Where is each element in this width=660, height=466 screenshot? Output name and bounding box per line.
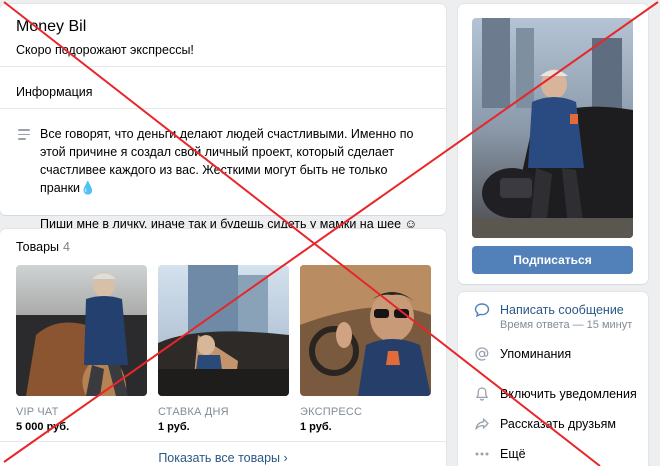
goods-title[interactable]: Товары 4 (16, 240, 70, 254)
enable-notifications-label: Включить уведомления (500, 387, 637, 401)
product-photo[interactable] (16, 265, 147, 396)
product-item[interactable]: ЭКСПРЕСС 1 руб. (300, 265, 431, 433)
divider (0, 66, 446, 67)
mentions-label: Упоминания (500, 347, 572, 361)
product-name[interactable]: СТАВКА ДНЯ (158, 406, 289, 418)
goods-title-label: Товары (16, 240, 59, 254)
divider (0, 441, 446, 442)
about-paragraph: Все говорят, что деньги делают людей сча… (40, 127, 414, 195)
product-price: 5 000 руб. (16, 421, 70, 433)
show-all-goods-link[interactable]: Показать все товары › (0, 451, 446, 465)
product-name[interactable]: VIP ЧАТ (16, 406, 147, 418)
subscribe-button[interactable]: Подписаться (472, 246, 633, 274)
response-time: Время ответа — 15 минут (500, 319, 633, 331)
profile-status: Скоро подорожают экспрессы! (16, 43, 194, 57)
goods-count: 4 (63, 240, 70, 254)
product-photo[interactable] (300, 265, 431, 396)
product-price: 1 руб. (300, 421, 332, 433)
product-item[interactable]: VIP ЧАТ 5 000 руб. (16, 265, 147, 433)
at-icon (475, 347, 489, 361)
send-message-label: Написать сообщение (500, 303, 624, 317)
actions-card: Написать сообщение Время ответа — 15 мин… (458, 292, 648, 466)
product-photo[interactable] (158, 265, 289, 396)
info-section-title[interactable]: Информация (16, 85, 93, 99)
product-item[interactable]: СТАВКА ДНЯ 1 руб. (158, 265, 289, 433)
share-icon (475, 418, 489, 430)
profile-name: Money Bil (16, 18, 87, 35)
message-icon (474, 303, 490, 318)
about-text: Все говорят, что деньги делают людей сча… (40, 125, 430, 233)
product-price: 1 руб. (158, 421, 190, 433)
more-icon (475, 452, 489, 456)
avatar-card: Подписаться (458, 4, 648, 284)
profile-info-card: Money Bil Скоро подорожают экспрессы! Ин… (0, 4, 446, 231)
goods-card: Товары 4 VIP ЧАТ 5 000 руб. СТАВКА ДНЯ 1… (0, 229, 446, 466)
product-name[interactable]: ЭКСПРЕСС (300, 406, 431, 418)
bell-icon (476, 387, 488, 401)
share-label: Рассказать друзьям (500, 417, 617, 431)
divider (0, 108, 446, 109)
more-label: Ещё (500, 447, 526, 461)
description-icon (18, 129, 30, 140)
avatar[interactable] (472, 18, 633, 238)
